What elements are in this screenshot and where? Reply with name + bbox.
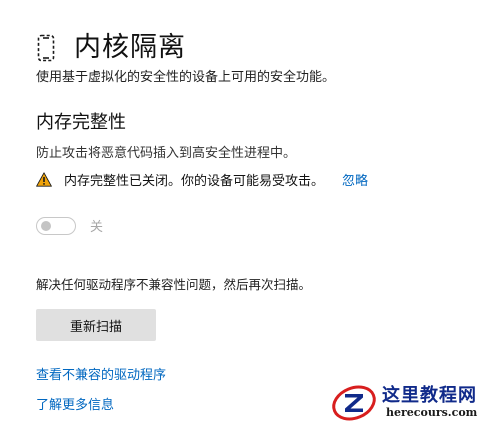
warning-icon (36, 172, 52, 188)
toggle-state-label: 关 (90, 220, 104, 235)
warning-message: 内存完整性已关闭。你的设备可能易受攻击。 忽略 (36, 170, 368, 189)
dismiss-link[interactable]: 忽略 (342, 170, 368, 189)
page-description: 使用基于虚拟化的安全性的设备上可用的安全功能。 (36, 70, 336, 85)
core-isolation-icon (36, 33, 56, 63)
watermark: 这里教程网 herecours.com (330, 380, 478, 424)
toggle-knob (41, 220, 51, 231)
watermark-logo-icon (330, 380, 380, 424)
memory-integrity-title: 内存完整性 (36, 112, 126, 133)
watermark-url: herecours.com (386, 406, 478, 419)
memory-integrity-description: 防止攻击将恶意代码插入到高安全性进程中。 (36, 146, 297, 161)
warning-text: 内存完整性已关闭。你的设备可能易受攻击。 (64, 174, 325, 189)
resolve-instructions: 解决任何驱动程序不兼容性问题，然后再次扫描。 (36, 277, 312, 292)
learn-more-link[interactable]: 了解更多信息 (36, 394, 114, 413)
page-title: 内核隔离 (74, 32, 186, 64)
watermark-title: 这里教程网 (382, 385, 477, 406)
memory-integrity-toggle[interactable] (36, 216, 76, 235)
memory-integrity-toggle-row: 关 (36, 216, 103, 235)
view-incompatible-drivers-link[interactable]: 查看不兼容的驱动程序 (36, 364, 166, 383)
rescan-button[interactable]: 重新扫描 (36, 309, 156, 341)
